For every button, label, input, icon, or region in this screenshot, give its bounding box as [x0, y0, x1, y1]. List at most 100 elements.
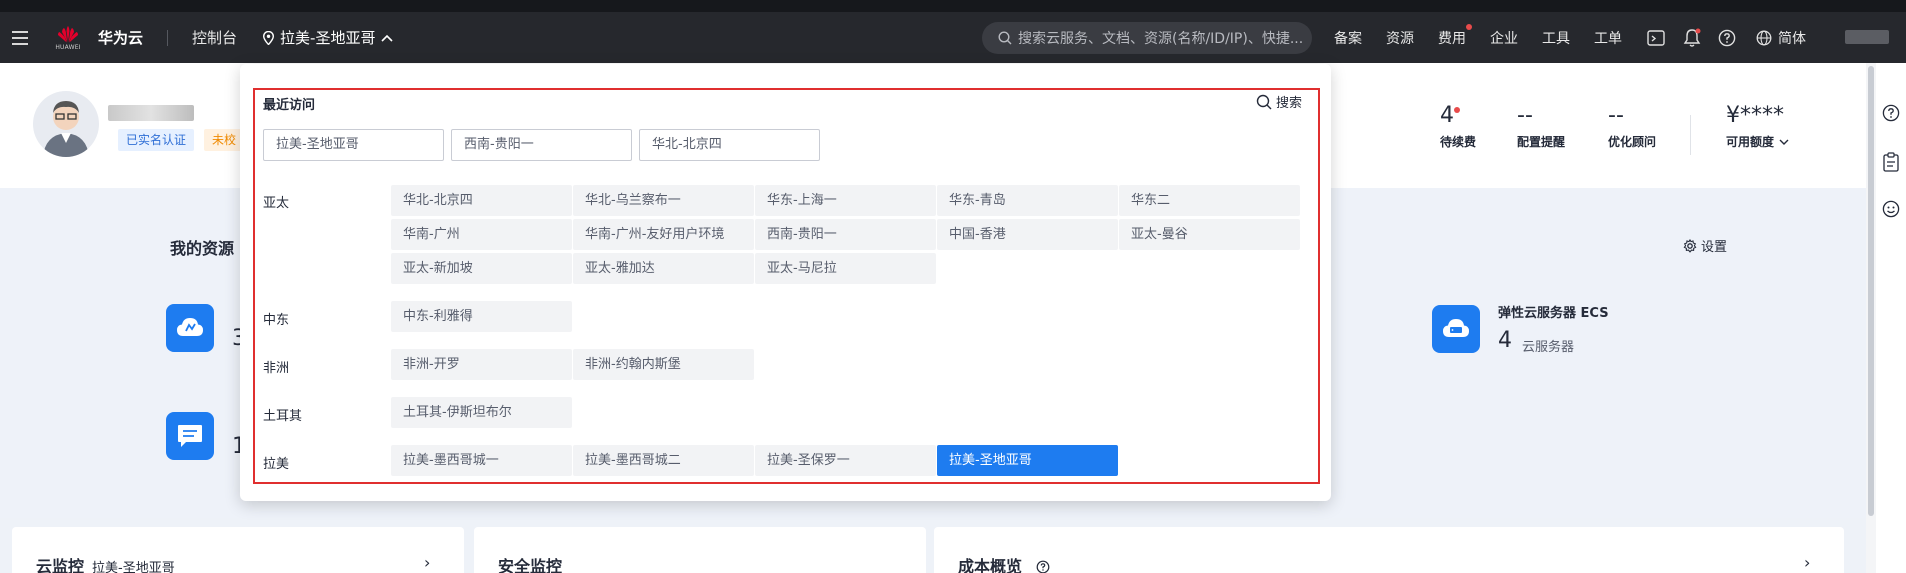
smiley-feedback-icon[interactable] [1882, 200, 1900, 222]
settings-label: 设置 [1701, 240, 1728, 255]
location-pin-icon [263, 30, 275, 45]
notification-dot [1454, 107, 1460, 113]
recent-visits-title: 最近访问 [263, 98, 316, 113]
recent-region-chip[interactable]: 华北-北京四 [639, 129, 820, 161]
chevron-right-icon[interactable]: › [424, 553, 430, 572]
clipboard-icon[interactable] [1882, 152, 1900, 176]
resource-tile-icon[interactable] [166, 304, 214, 352]
cloud-shell-icon[interactable] [1647, 12, 1665, 63]
region-search-button[interactable]: 搜索 [1256, 92, 1302, 111]
settings-button[interactable]: 设置 [1683, 236, 1727, 255]
global-search-input[interactable]: 搜索云服务、文档、资源(名称/ID/IP)、快捷... [982, 22, 1312, 54]
section-title: 我的资源 [170, 239, 235, 258]
region-option[interactable]: 华东二 [1119, 185, 1300, 216]
card-title: 成本概览 [958, 553, 1050, 573]
message-icon[interactable] [166, 412, 214, 460]
notification-dot [1466, 23, 1472, 30]
region-group-label: 非洲 [263, 361, 290, 376]
search-icon [1256, 94, 1272, 109]
nav-tickets[interactable]: 工单 [1594, 28, 1622, 48]
help-icon[interactable] [1036, 560, 1050, 573]
recent-region-chip[interactable]: 西南-贵阳一 [451, 129, 632, 161]
nav-tools[interactable]: 工具 [1542, 28, 1570, 48]
globe-icon [1756, 30, 1772, 45]
nav-billing[interactable]: 费用 [1438, 23, 1472, 48]
stat-value: -- [1517, 103, 1533, 128]
top-nav-menu: 备案 资源 费用 企业 工具 工单 [1334, 12, 1646, 63]
stat-pending-renewal[interactable]: 4 待续费 [1440, 103, 1476, 150]
card-title: 安全监控 [498, 557, 563, 573]
console-link[interactable]: 控制台 [192, 27, 237, 48]
region-option[interactable]: 土耳其-伊斯坦布尔 [391, 397, 572, 428]
top-navigation-bar: HUAWEI 华为云 控制台 拉美-圣地亚哥 搜索云服务、文档、资源(名称/ID… [0, 12, 1906, 63]
help-icon[interactable] [1882, 104, 1900, 126]
ecs-unit: 云服务器 [1522, 340, 1575, 355]
region-option[interactable]: 中东-利雅得 [391, 301, 572, 332]
unverified-badge[interactable]: 未校 [204, 129, 245, 151]
region-option[interactable]: 非洲-约翰内斯堡 [573, 349, 754, 380]
region-option[interactable]: 华南-广州 [391, 219, 572, 250]
stat-value: 4 [1440, 103, 1476, 131]
ecs-count[interactable]: 4 [1498, 328, 1512, 353]
region-option[interactable]: 拉美-墨西哥城一 [391, 445, 572, 476]
region-option[interactable]: 华南-广州-友好用户环境 [573, 219, 754, 250]
gear-icon [1683, 238, 1697, 253]
cost-overview-card: 成本概览 › [934, 527, 1844, 573]
region-dropdown-panel: 最近访问 搜索 拉美-圣地亚哥 西南-贵阳一 华北-北京四 亚太 华北-北京四 … [240, 64, 1331, 501]
region-option[interactable]: 西南-贵阳一 [755, 219, 936, 250]
logo-text: HUAWEI [55, 43, 81, 51]
stat-available-credit[interactable]: ¥**** 可用额度 [1726, 103, 1790, 150]
stat-label: 可用额度 [1726, 133, 1790, 150]
avatar[interactable] [33, 91, 99, 157]
ecs-server-icon[interactable] [1432, 305, 1480, 353]
account-name [108, 105, 194, 121]
cloud-monitor-card: 云监控 拉美-圣地亚哥 › [12, 527, 464, 573]
divider [167, 29, 169, 46]
region-group-label: 亚太 [263, 196, 290, 211]
window-top-strip [0, 0, 1906, 12]
recent-region-chip[interactable]: 拉美-圣地亚哥 [263, 129, 444, 161]
nav-resources[interactable]: 资源 [1386, 28, 1414, 48]
region-option[interactable]: 中国-香港 [937, 219, 1118, 250]
stat-config-alerts[interactable]: -- 配置提醒 [1517, 103, 1565, 150]
stat-label: 配置提醒 [1517, 135, 1566, 149]
region-group-label: 拉美 [263, 457, 290, 472]
verified-badge[interactable]: 已实名认证 [118, 129, 195, 151]
region-option[interactable]: 亚太-曼谷 [1119, 219, 1300, 250]
language-label: 简体 [1778, 30, 1806, 47]
region-option[interactable]: 华东-上海一 [755, 185, 936, 216]
divider [1690, 115, 1691, 155]
region-option[interactable]: 拉美-墨西哥城二 [573, 445, 754, 476]
region-option[interactable]: 拉美-圣保罗一 [755, 445, 936, 476]
region-option[interactable]: 亚太-马尼拉 [755, 253, 936, 284]
region-option[interactable]: 非洲-开罗 [391, 349, 572, 380]
stat-optimization-advisor[interactable]: -- 优化顾问 [1608, 103, 1656, 150]
region-option[interactable]: 亚太-新加坡 [391, 253, 572, 284]
brand-name[interactable]: 华为云 [98, 27, 143, 48]
nav-filing[interactable]: 备案 [1334, 28, 1362, 48]
region-option[interactable]: 华北-乌兰察布一 [573, 185, 754, 216]
language-selector[interactable]: 简体 [1756, 12, 1806, 63]
hamburger-menu-icon[interactable] [12, 30, 28, 45]
region-selector[interactable]: 拉美-圣地亚哥 [263, 27, 394, 48]
chevron-right-icon[interactable]: › [1804, 553, 1810, 572]
bell-icon[interactable] [1683, 12, 1701, 63]
stat-value: ¥**** [1726, 103, 1784, 128]
scrollbar-thumb[interactable] [1868, 66, 1874, 516]
nav-billing-label: 费用 [1438, 30, 1466, 47]
chevron-down-icon [1779, 139, 1789, 145]
region-option[interactable]: 亚太-雅加达 [573, 253, 754, 284]
region-option[interactable]: 华东-青岛 [937, 185, 1118, 216]
huawei-logo[interactable]: HUAWEI [54, 25, 82, 51]
nav-enterprise[interactable]: 企业 [1490, 28, 1518, 48]
user-account-menu[interactable] [1845, 30, 1889, 44]
stat-value: -- [1608, 103, 1624, 128]
help-icon[interactable] [1718, 12, 1736, 63]
search-placeholder: 搜索云服务、文档、资源(名称/ID/IP)、快捷... [1018, 31, 1304, 47]
region-group-label: 土耳其 [263, 409, 303, 424]
region-option-selected[interactable]: 拉美-圣地亚哥 [937, 445, 1118, 476]
right-float-rail [1876, 63, 1906, 573]
ecs-title[interactable]: 弹性云服务器 ECS [1498, 302, 1609, 321]
region-option[interactable]: 华北-北京四 [391, 185, 572, 216]
stat-label: 优化顾问 [1608, 135, 1657, 149]
